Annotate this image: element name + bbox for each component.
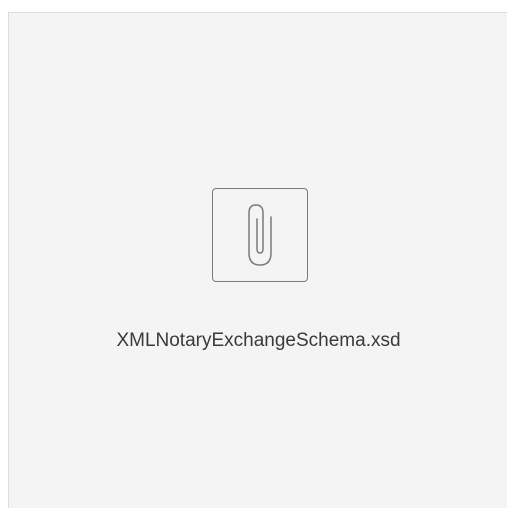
attachment-tile[interactable]: XMLNotaryExchangeSchema.xsd (8, 12, 507, 508)
paperclip-icon (248, 204, 272, 266)
attachment-filename[interactable]: XMLNotaryExchangeSchema.xsd (9, 329, 507, 353)
attachment-icon-frame (212, 188, 308, 282)
